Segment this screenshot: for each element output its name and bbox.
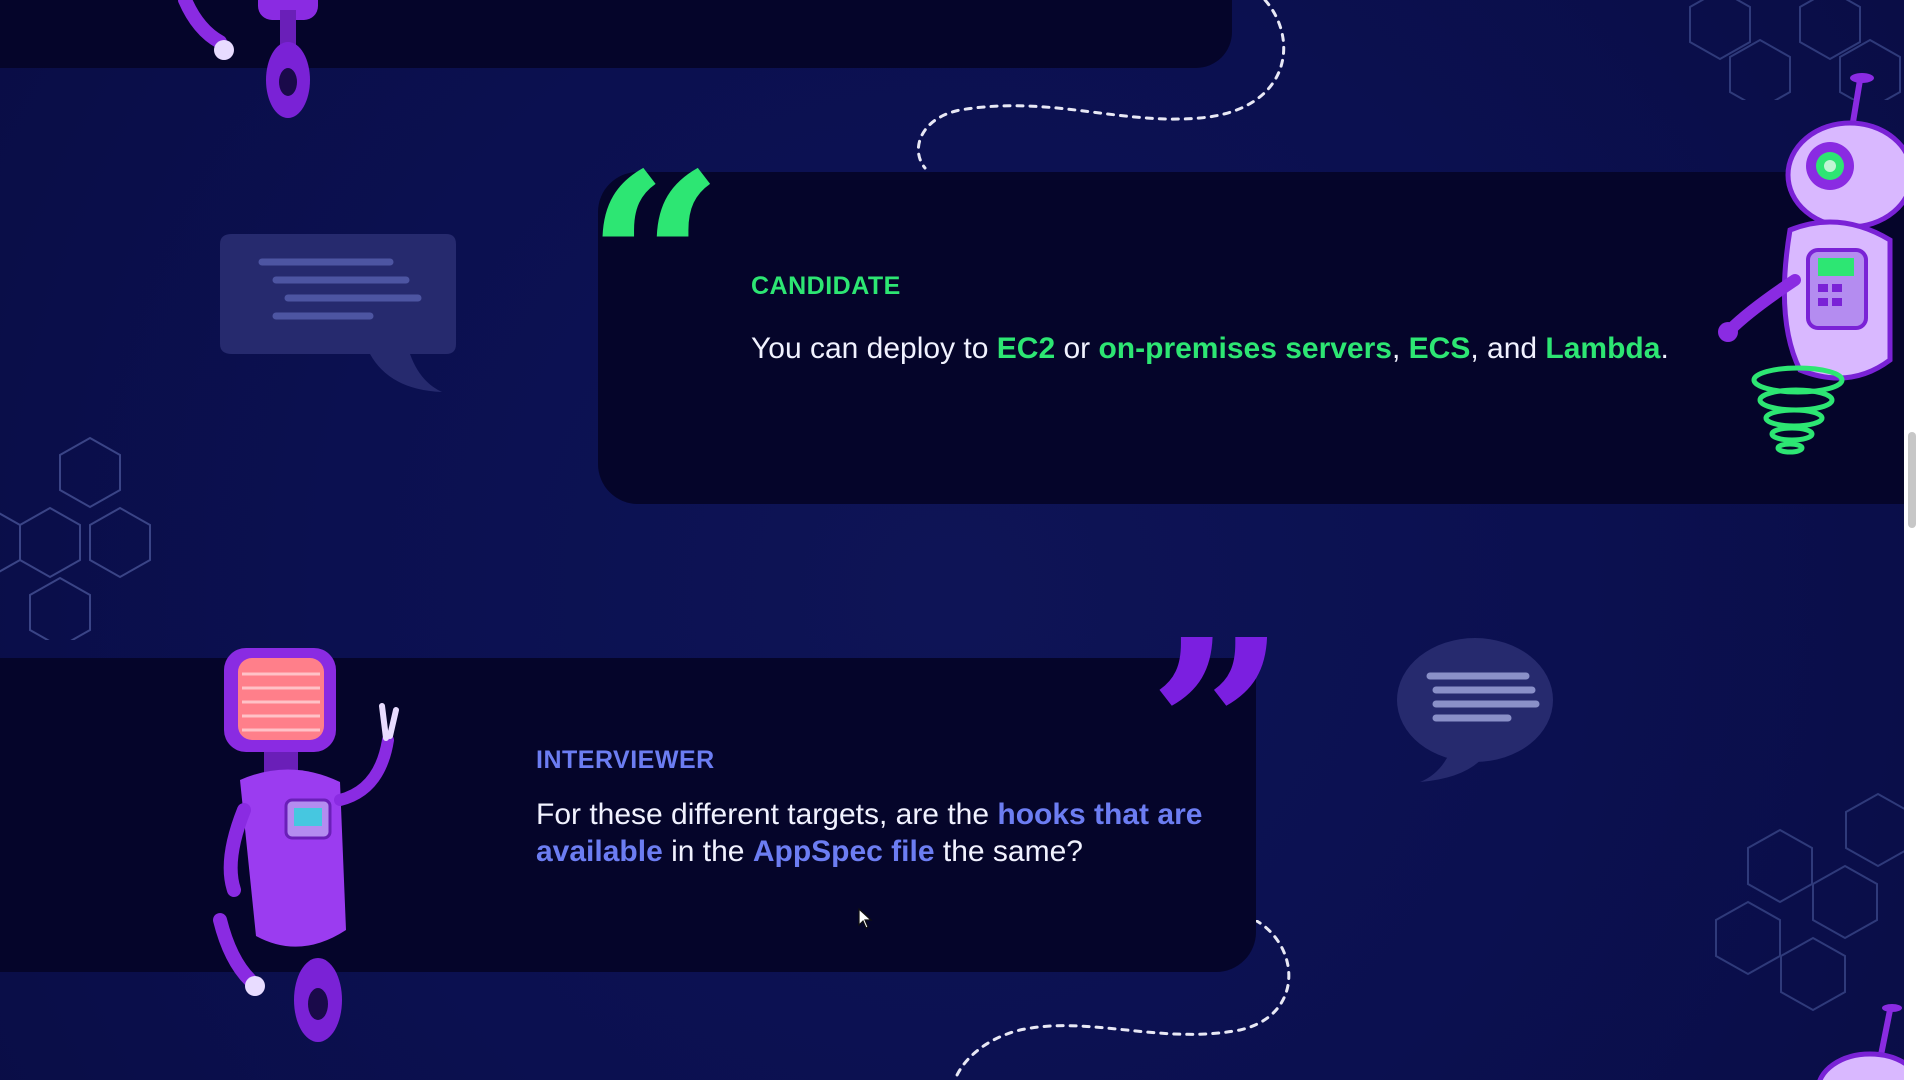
message-text: in the xyxy=(662,835,753,868)
message-text: , xyxy=(1391,332,1409,365)
hexagon-pattern-bottom-right xyxy=(1715,792,1904,1012)
message-text: For these different targets, are the xyxy=(536,798,998,831)
highlight-ecs: ECS xyxy=(1408,332,1471,365)
highlight-appspec-file: AppSpec file xyxy=(752,835,935,868)
scrollbar-thumb[interactable] xyxy=(1908,432,1916,528)
robot-illustration-top xyxy=(178,0,318,118)
chat-bubble-icon-right xyxy=(1397,638,1553,782)
highlight-lambda: Lambda xyxy=(1545,332,1661,365)
message-text: or xyxy=(1055,332,1099,365)
message-text: . xyxy=(1660,332,1669,365)
chat-bubble-icon-left xyxy=(220,234,456,392)
robot-illustration-right xyxy=(1718,73,1904,455)
candidate-role-label: CANDIDATE xyxy=(751,272,901,300)
candidate-message: You can deploy to EC2 or on-premises ser… xyxy=(751,330,1671,367)
mouse-cursor-icon xyxy=(858,908,873,929)
highlight-ec2: EC2 xyxy=(996,332,1056,365)
vertical-scrollbar[interactable] xyxy=(1904,0,1920,1080)
hexagon-pattern-left xyxy=(0,436,151,640)
message-text: You can deploy to xyxy=(751,332,997,365)
open-quote-mark: “ xyxy=(586,121,725,403)
message-text: , and xyxy=(1470,332,1546,365)
robot-illustration-bottom-right xyxy=(1817,1004,1904,1080)
page: “ CANDIDATE You can deploy to EC2 or on-… xyxy=(0,0,1904,1080)
interviewer-role-label: INTERVIEWER xyxy=(536,746,715,774)
interviewer-message: For these different targets, are the hoo… xyxy=(536,796,1236,870)
robot-illustration-left xyxy=(213,648,399,1042)
highlight-on-premises: on-premises servers xyxy=(1098,332,1392,365)
message-text: the same? xyxy=(934,835,1083,868)
